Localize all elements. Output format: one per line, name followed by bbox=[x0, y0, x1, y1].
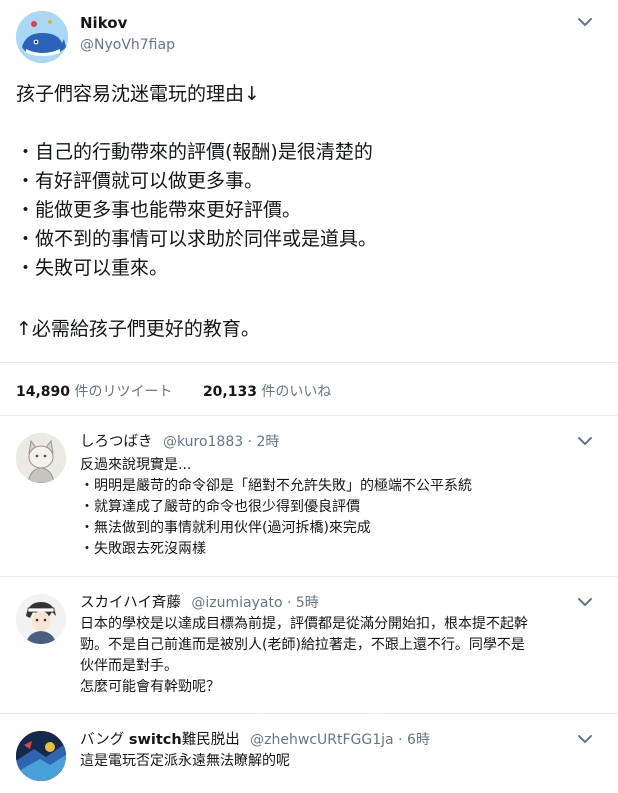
reply-author-name-bold: switch bbox=[128, 732, 182, 748]
reply-menu-chevron-down-icon[interactable] bbox=[577, 436, 593, 448]
tweet-text-line: ・做不到的事情可以求助於同伴或是道具。 bbox=[16, 228, 378, 250]
divider bbox=[0, 362, 618, 363]
reply-text-line: 這是電玩否定派永遠無法瞭解的呢 bbox=[80, 753, 290, 769]
separator-dot: · bbox=[286, 595, 292, 611]
reply-time[interactable]: 5時 bbox=[296, 595, 319, 611]
reply-author-handle[interactable]: @izumiayato bbox=[191, 595, 282, 611]
divider bbox=[0, 576, 618, 577]
reply-avatar[interactable] bbox=[16, 594, 66, 644]
retweet-label: 件のリツイート bbox=[74, 384, 173, 400]
retweet-count: 14,890 bbox=[16, 384, 71, 400]
whale-avatar-icon bbox=[16, 11, 68, 63]
reply-avatar[interactable] bbox=[16, 731, 66, 781]
like-label: 件のいいね bbox=[261, 384, 332, 400]
tweet-menu-chevron-down-icon[interactable] bbox=[577, 17, 593, 29]
divider bbox=[0, 415, 618, 416]
reply-text-line: ・無法做到的事情就利用伙伴(過河拆橋)來完成 bbox=[80, 520, 371, 536]
tweet-text-line: 孩子們容易沈迷電玩的理由↓ bbox=[16, 83, 260, 105]
reply-text-line: 伙伴而是對手。 bbox=[80, 658, 178, 674]
author-display-name[interactable]: Nikov bbox=[80, 14, 175, 34]
reply-author-handle[interactable]: @zhehwcURtFGG1ja bbox=[250, 732, 393, 748]
reply-author-name[interactable]: バング switch難民脱出 bbox=[80, 732, 240, 748]
tweet-text-line: ・失敗可以重來。 bbox=[16, 257, 169, 279]
cat-character-avatar-icon bbox=[16, 433, 66, 483]
reply-author-name-suffix: 難民脱出 bbox=[181, 732, 240, 748]
author-avatar[interactable] bbox=[16, 11, 68, 63]
reply-text-line: 日本的學校是以達成目標為前提，評價都是從滿分開始扣，根本提不起幹 bbox=[80, 616, 528, 632]
reply-author-handle[interactable]: @kuro1883 bbox=[163, 434, 243, 450]
tweet-stats: 14,890 件のリツイート 20,133 件のいいね bbox=[16, 381, 357, 401]
divider bbox=[0, 713, 618, 714]
reply-header: バング switch難民脱出 @zhehwcURtFGG1ja · 6時 bbox=[80, 728, 430, 749]
reply-text-line: 勁。不是自己前進而是被別人(老師)給拉著走，不跟上還不行。同學不是 bbox=[80, 637, 525, 653]
reply-text-line: ・就算達成了嚴苛的命令也很少得到優良評價 bbox=[80, 499, 360, 515]
tweet-text-line: ・有好評價就可以做更多事。 bbox=[16, 170, 264, 192]
retweet-stat[interactable]: 14,890 件のリツイート bbox=[16, 381, 172, 401]
reply-author-name[interactable]: しろつばき bbox=[80, 434, 153, 450]
reply-text-line: ・失敗跟去死沒兩樣 bbox=[80, 541, 206, 557]
reply-time[interactable]: 6時 bbox=[407, 732, 430, 748]
separator-dot: · bbox=[398, 732, 403, 748]
reply-header: しろつばき @kuro1883 · 2時 bbox=[80, 430, 279, 451]
reply-author-name-prefix: バング bbox=[80, 732, 129, 748]
reply-menu-chevron-down-icon[interactable] bbox=[577, 734, 593, 746]
game-art-avatar-icon bbox=[16, 731, 66, 781]
reply-text: 反過來說現實是... ・明明是嚴苛的命令卻是「絕對不允許失敗」的極端不公平系統 … bbox=[80, 455, 600, 560]
like-count: 20,133 bbox=[202, 384, 257, 400]
tweet-text-line: ・能做更多事也能帶來更好評價。 bbox=[16, 199, 302, 221]
author-name-block: Nikov @NyoVh7fiap bbox=[80, 14, 175, 53]
tweet-text-line: ・自己的行動帶來的評價(報酬)是很清楚的 bbox=[16, 141, 373, 163]
reply-avatar[interactable] bbox=[16, 433, 66, 483]
reply-text-line: ・明明是嚴苛的命令卻是「絕對不允許失敗」的極端不公平系統 bbox=[80, 478, 472, 494]
reply-text: 日本的學校是以達成目標為前提，評價都是從滿分開始扣，根本提不起幹 勁。不是自己前… bbox=[80, 614, 600, 698]
separator-dot: · bbox=[247, 434, 253, 450]
reply-text: 這是電玩否定派永遠無法瞭解的呢 bbox=[80, 751, 600, 772]
like-stat[interactable]: 20,133 件のいいね bbox=[203, 381, 331, 401]
reply-time[interactable]: 2時 bbox=[257, 434, 280, 450]
reply-header: スカイハイ斉藤 @izumiayato · 5時 bbox=[80, 591, 319, 612]
reply-author-name[interactable]: スカイハイ斉藤 bbox=[80, 595, 181, 611]
anime-character-avatar-icon bbox=[16, 594, 66, 644]
reply-text-line: 怎麼可能會有幹勁呢？ bbox=[80, 679, 220, 695]
reply-menu-chevron-down-icon[interactable] bbox=[577, 597, 593, 609]
tweet-text-line: ↑必需給孩子們更好的教育。 bbox=[16, 318, 260, 340]
author-handle[interactable]: @NyoVh7fiap bbox=[80, 37, 175, 53]
reply-text-line: 反過來說現實是... bbox=[80, 457, 192, 473]
